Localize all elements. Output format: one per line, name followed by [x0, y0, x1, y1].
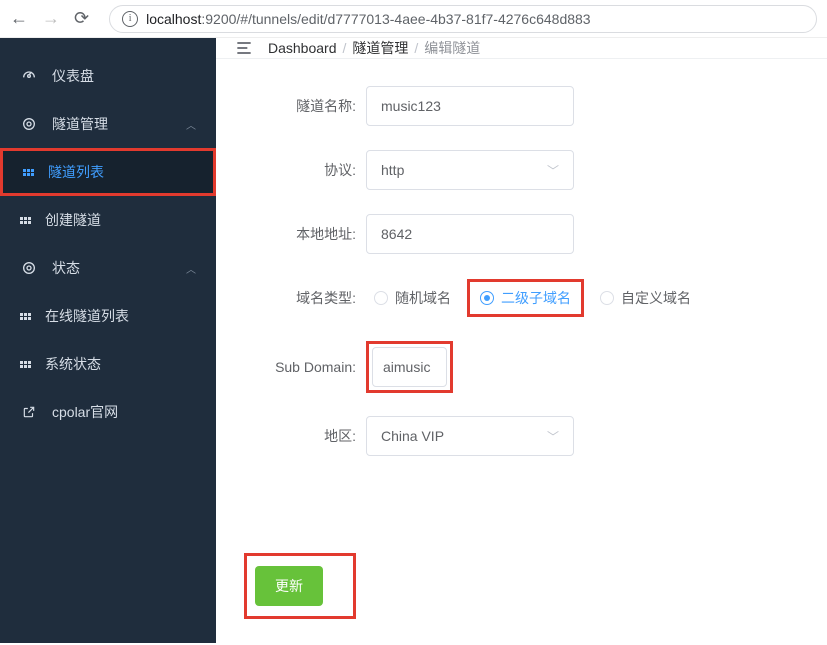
- label-region: 地区:: [226, 426, 366, 446]
- local-addr-input[interactable]: [366, 214, 574, 254]
- protocol-value: http: [381, 162, 404, 178]
- topbar: Dashboard / 隧道管理 / 编辑隧道: [216, 38, 827, 59]
- label-tunnel-name: 隧道名称:: [226, 96, 366, 116]
- sidebar-item-dashboard[interactable]: 仪表盘: [0, 52, 216, 100]
- sidebar-label: 仪表盘: [52, 66, 94, 86]
- radio-label: 随机域名: [395, 288, 451, 308]
- site-info-icon[interactable]: i: [122, 11, 138, 27]
- sidebar-item-online-list[interactable]: 在线隧道列表: [0, 292, 216, 340]
- breadcrumb-separator: /: [343, 40, 347, 56]
- tunnel-name-input[interactable]: [366, 86, 574, 126]
- breadcrumb-tunnels[interactable]: 隧道管理: [352, 38, 408, 58]
- target-icon: [20, 260, 38, 276]
- forward-button[interactable]: →: [42, 8, 60, 29]
- sidebar-label: 创建隧道: [45, 210, 101, 230]
- sidebar-label: 隧道管理: [52, 114, 108, 134]
- label-domain-type: 域名类型:: [226, 288, 366, 308]
- main-content: Dashboard / 隧道管理 / 编辑隧道 隧道名称: 协议: http: [216, 38, 827, 643]
- sidebar-item-tunnel-create[interactable]: 创建隧道: [0, 196, 216, 244]
- sidebar-item-status[interactable]: 状态 ︿: [0, 244, 216, 292]
- highlight-box: [366, 341, 453, 393]
- sub-domain-input[interactable]: [372, 347, 447, 387]
- address-bar[interactable]: i localhost:9200/#/tunnels/edit/d7777013…: [109, 5, 817, 33]
- url-text: localhost:9200/#/tunnels/edit/d7777013-4…: [146, 11, 591, 27]
- radio-custom-domain[interactable]: 自定义域名: [592, 284, 699, 312]
- sidebar-label: 隧道列表: [48, 162, 104, 182]
- highlight-box: 更新: [244, 553, 356, 619]
- chevron-up-icon: ︿: [186, 261, 196, 276]
- chevron-down-icon: ﹀: [547, 162, 559, 179]
- submit-button[interactable]: 更新: [255, 566, 323, 606]
- sidebar-item-system-status[interactable]: 系统状态: [0, 340, 216, 388]
- sidebar-item-tunnels[interactable]: 隧道管理 ︿: [0, 100, 216, 148]
- collapse-sidebar-button[interactable]: [234, 38, 254, 58]
- chevron-up-icon: ︿: [186, 117, 196, 132]
- label-local-addr: 本地地址:: [226, 224, 366, 244]
- sidebar-item-tunnel-list[interactable]: 隧道列表: [0, 148, 216, 196]
- radio-subdomain[interactable]: 二级子域名: [467, 279, 584, 317]
- sidebar-label: 系统状态: [45, 354, 101, 374]
- radio-label: 自定义域名: [621, 288, 691, 308]
- browser-toolbar: ← → ⟳ i localhost:9200/#/tunnels/edit/d7…: [0, 0, 827, 38]
- label-protocol: 协议:: [226, 160, 366, 180]
- radio-icon: [600, 291, 614, 305]
- sidebar-label: 在线隧道列表: [45, 306, 129, 326]
- protocol-select[interactable]: http ﹀: [366, 150, 574, 190]
- sidebar-label: cpolar官网: [52, 402, 118, 422]
- sidebar-label: 状态: [52, 258, 80, 278]
- region-select[interactable]: China VIP ﹀: [366, 416, 574, 456]
- breadcrumb-dashboard[interactable]: Dashboard: [268, 40, 337, 56]
- grid-icon: [20, 361, 31, 368]
- grid-icon: [20, 313, 31, 320]
- breadcrumb-current: 编辑隧道: [424, 38, 480, 58]
- label-sub-domain: Sub Domain:: [226, 359, 366, 375]
- gauge-icon: [20, 68, 38, 84]
- target-icon: [20, 116, 38, 132]
- reload-button[interactable]: ⟳: [74, 8, 89, 29]
- breadcrumb: Dashboard / 隧道管理 / 编辑隧道: [268, 38, 480, 58]
- radio-random-domain[interactable]: 随机域名: [366, 284, 459, 312]
- radio-icon: [374, 291, 388, 305]
- back-button[interactable]: ←: [10, 8, 28, 29]
- radio-icon: [480, 291, 494, 305]
- radio-label: 二级子域名: [501, 288, 571, 308]
- chevron-down-icon: ﹀: [547, 428, 559, 445]
- region-value: China VIP: [381, 428, 444, 444]
- sidebar-item-cpolar-site[interactable]: cpolar官网: [0, 388, 216, 436]
- breadcrumb-separator: /: [414, 40, 418, 56]
- grid-icon: [20, 217, 31, 224]
- edit-tunnel-form: 隧道名称: 协议: http ﹀ 本地地址:: [216, 59, 827, 645]
- external-link-icon: [20, 405, 38, 419]
- grid-icon: [23, 169, 34, 176]
- sidebar: 仪表盘 隧道管理 ︿ 隧道列表 创建隧道 状态 ︿ 在线隧道列表: [0, 38, 216, 643]
